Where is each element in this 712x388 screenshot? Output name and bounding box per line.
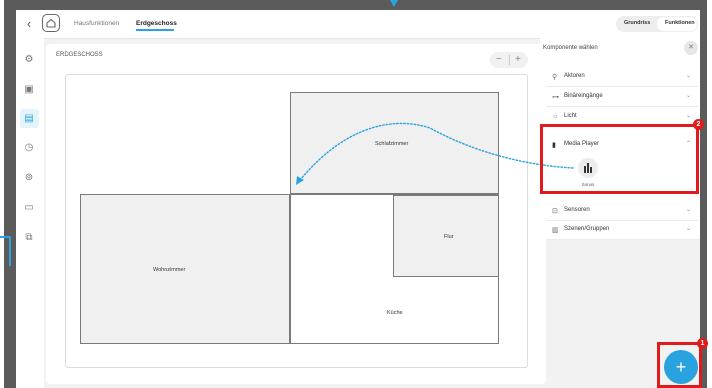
media-player-highlight (540, 124, 699, 194)
drag-path-arrow (296, 122, 574, 185)
callout-badge-1: 1 (697, 338, 708, 349)
callout-badge-2: 2 (693, 119, 704, 130)
add-button[interactable]: + (664, 350, 698, 384)
